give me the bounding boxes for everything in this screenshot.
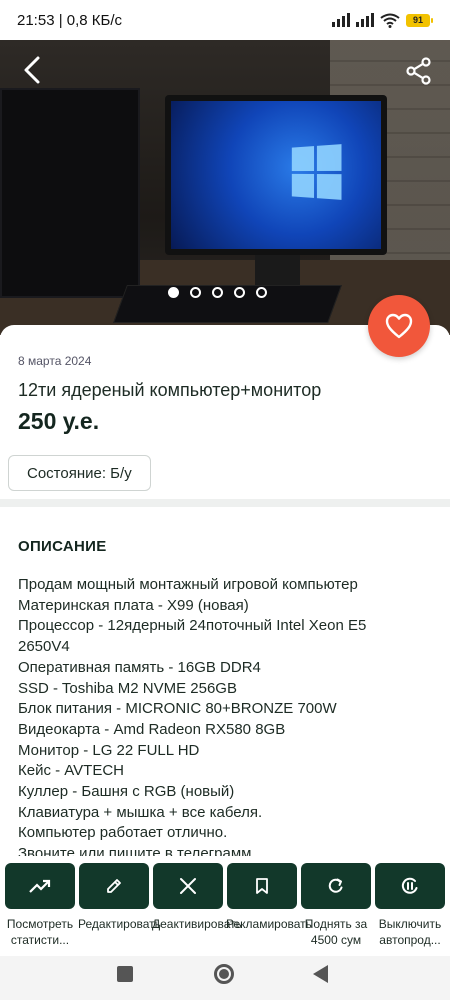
deactivate-label: Деактивировать (152, 917, 242, 931)
description-line: Процессор - 12ядерный 24поточный Intel X… (18, 617, 367, 635)
gallery-dot[interactable] (234, 287, 245, 298)
edit-label: Редактировать (78, 917, 161, 931)
description-line: Куллер - Башня с RGB (новый) (18, 783, 235, 801)
wifi-icon (380, 13, 400, 28)
bump-action[interactable]: Поднять за 4500 сум (301, 863, 371, 948)
status-bar: 21:53 | 0,8 КБ/с 91 (0, 0, 450, 40)
deactivate-action[interactable]: Деактивировать (152, 863, 242, 932)
deactivate-button[interactable] (153, 863, 223, 909)
photo-monitor (165, 95, 387, 255)
advertise-label: Рекламировать (226, 917, 312, 931)
view-statistics-action[interactable]: Посмотреть статисти... (5, 863, 75, 948)
signal-icon (332, 13, 350, 27)
view-statistics-label: Посмотреть статисти... (6, 917, 74, 947)
photo-monitor-stand (255, 255, 300, 285)
description-line: Кейс - AVTECH (18, 762, 125, 780)
system-back-icon[interactable] (313, 965, 328, 983)
back-arrow-icon[interactable] (18, 55, 48, 85)
pause-icon (401, 877, 418, 894)
trending-up-icon (29, 879, 51, 893)
home-icon[interactable] (214, 964, 234, 984)
description-line: Оперативная память - 16GB DDR4 (18, 658, 261, 676)
autorenew-off-label: Выключить автопрод... (378, 917, 442, 947)
action-bar: Посмотреть статисти... Редактировать Деа… (0, 856, 450, 956)
description-line: Клавиатура + мышка + все кабеля. (18, 803, 263, 821)
view-statistics-button[interactable] (5, 863, 75, 909)
description-heading: ОПИСАНИЕ (18, 538, 107, 555)
gallery-dot[interactable] (256, 287, 267, 298)
autorenew-off-action[interactable]: Выключить автопрод... (375, 863, 445, 948)
gallery-dot[interactable] (212, 287, 223, 298)
section-divider (0, 499, 450, 507)
description-line: Продам мощный монтажный игровой компьюте… (18, 576, 358, 593)
description-text: Продам мощный монтажный игровой компьюте… (18, 575, 438, 865)
description-line: SSD - Toshiba M2 NVME 256GB (18, 679, 237, 697)
edit-button[interactable] (79, 863, 149, 909)
listing-details-card: 8 марта 2024 12ти ядереный компьютер+мон… (0, 325, 450, 865)
description-line: Видеокарта - Amd Radeon RX580 8GB (18, 720, 286, 738)
battery-indicator: 91 (406, 13, 433, 27)
description-line: Блок питания - MICRONIC 80+BRONZE 700W (18, 700, 337, 718)
pencil-icon (107, 879, 121, 893)
description-line: Компьютер работает отлично. (18, 824, 228, 842)
description-line: 2650V4 (18, 638, 70, 656)
close-icon (180, 878, 196, 894)
description-line: Материнская плата - X99 (новая) (18, 596, 249, 614)
recent-apps-icon[interactable] (117, 966, 133, 982)
status-time: 21:53 | 0,8 КБ/с (17, 11, 123, 29)
bookmark-icon (256, 878, 268, 894)
share-icon[interactable] (406, 57, 432, 85)
bump-button[interactable] (301, 863, 371, 909)
description-line: Монитор - LG 22 FULL HD (18, 741, 200, 759)
signal-icon-2 (356, 13, 374, 27)
system-nav-bar (0, 956, 450, 1000)
photo-pc-tower (0, 88, 140, 298)
advertise-button[interactable] (227, 863, 297, 909)
condition-chip: Состояние: Б/у (8, 455, 151, 491)
heart-icon (385, 313, 413, 339)
listing-date: 8 марта 2024 (18, 354, 92, 368)
gallery-dot-active[interactable] (168, 287, 179, 298)
edit-action[interactable]: Редактировать (78, 863, 161, 932)
autorenew-off-button[interactable] (375, 863, 445, 909)
refresh-icon (328, 878, 343, 893)
listing-price: 250 у.е. (18, 408, 100, 434)
gallery-dot[interactable] (190, 287, 201, 298)
gallery-pagination[interactable] (168, 287, 267, 298)
favorite-button[interactable] (368, 295, 430, 357)
bump-label: Поднять за 4500 сум (304, 917, 368, 947)
advertise-action[interactable]: Рекламировать (226, 863, 312, 932)
listing-title: 12ти ядереный компьютер+монитор (18, 380, 322, 400)
